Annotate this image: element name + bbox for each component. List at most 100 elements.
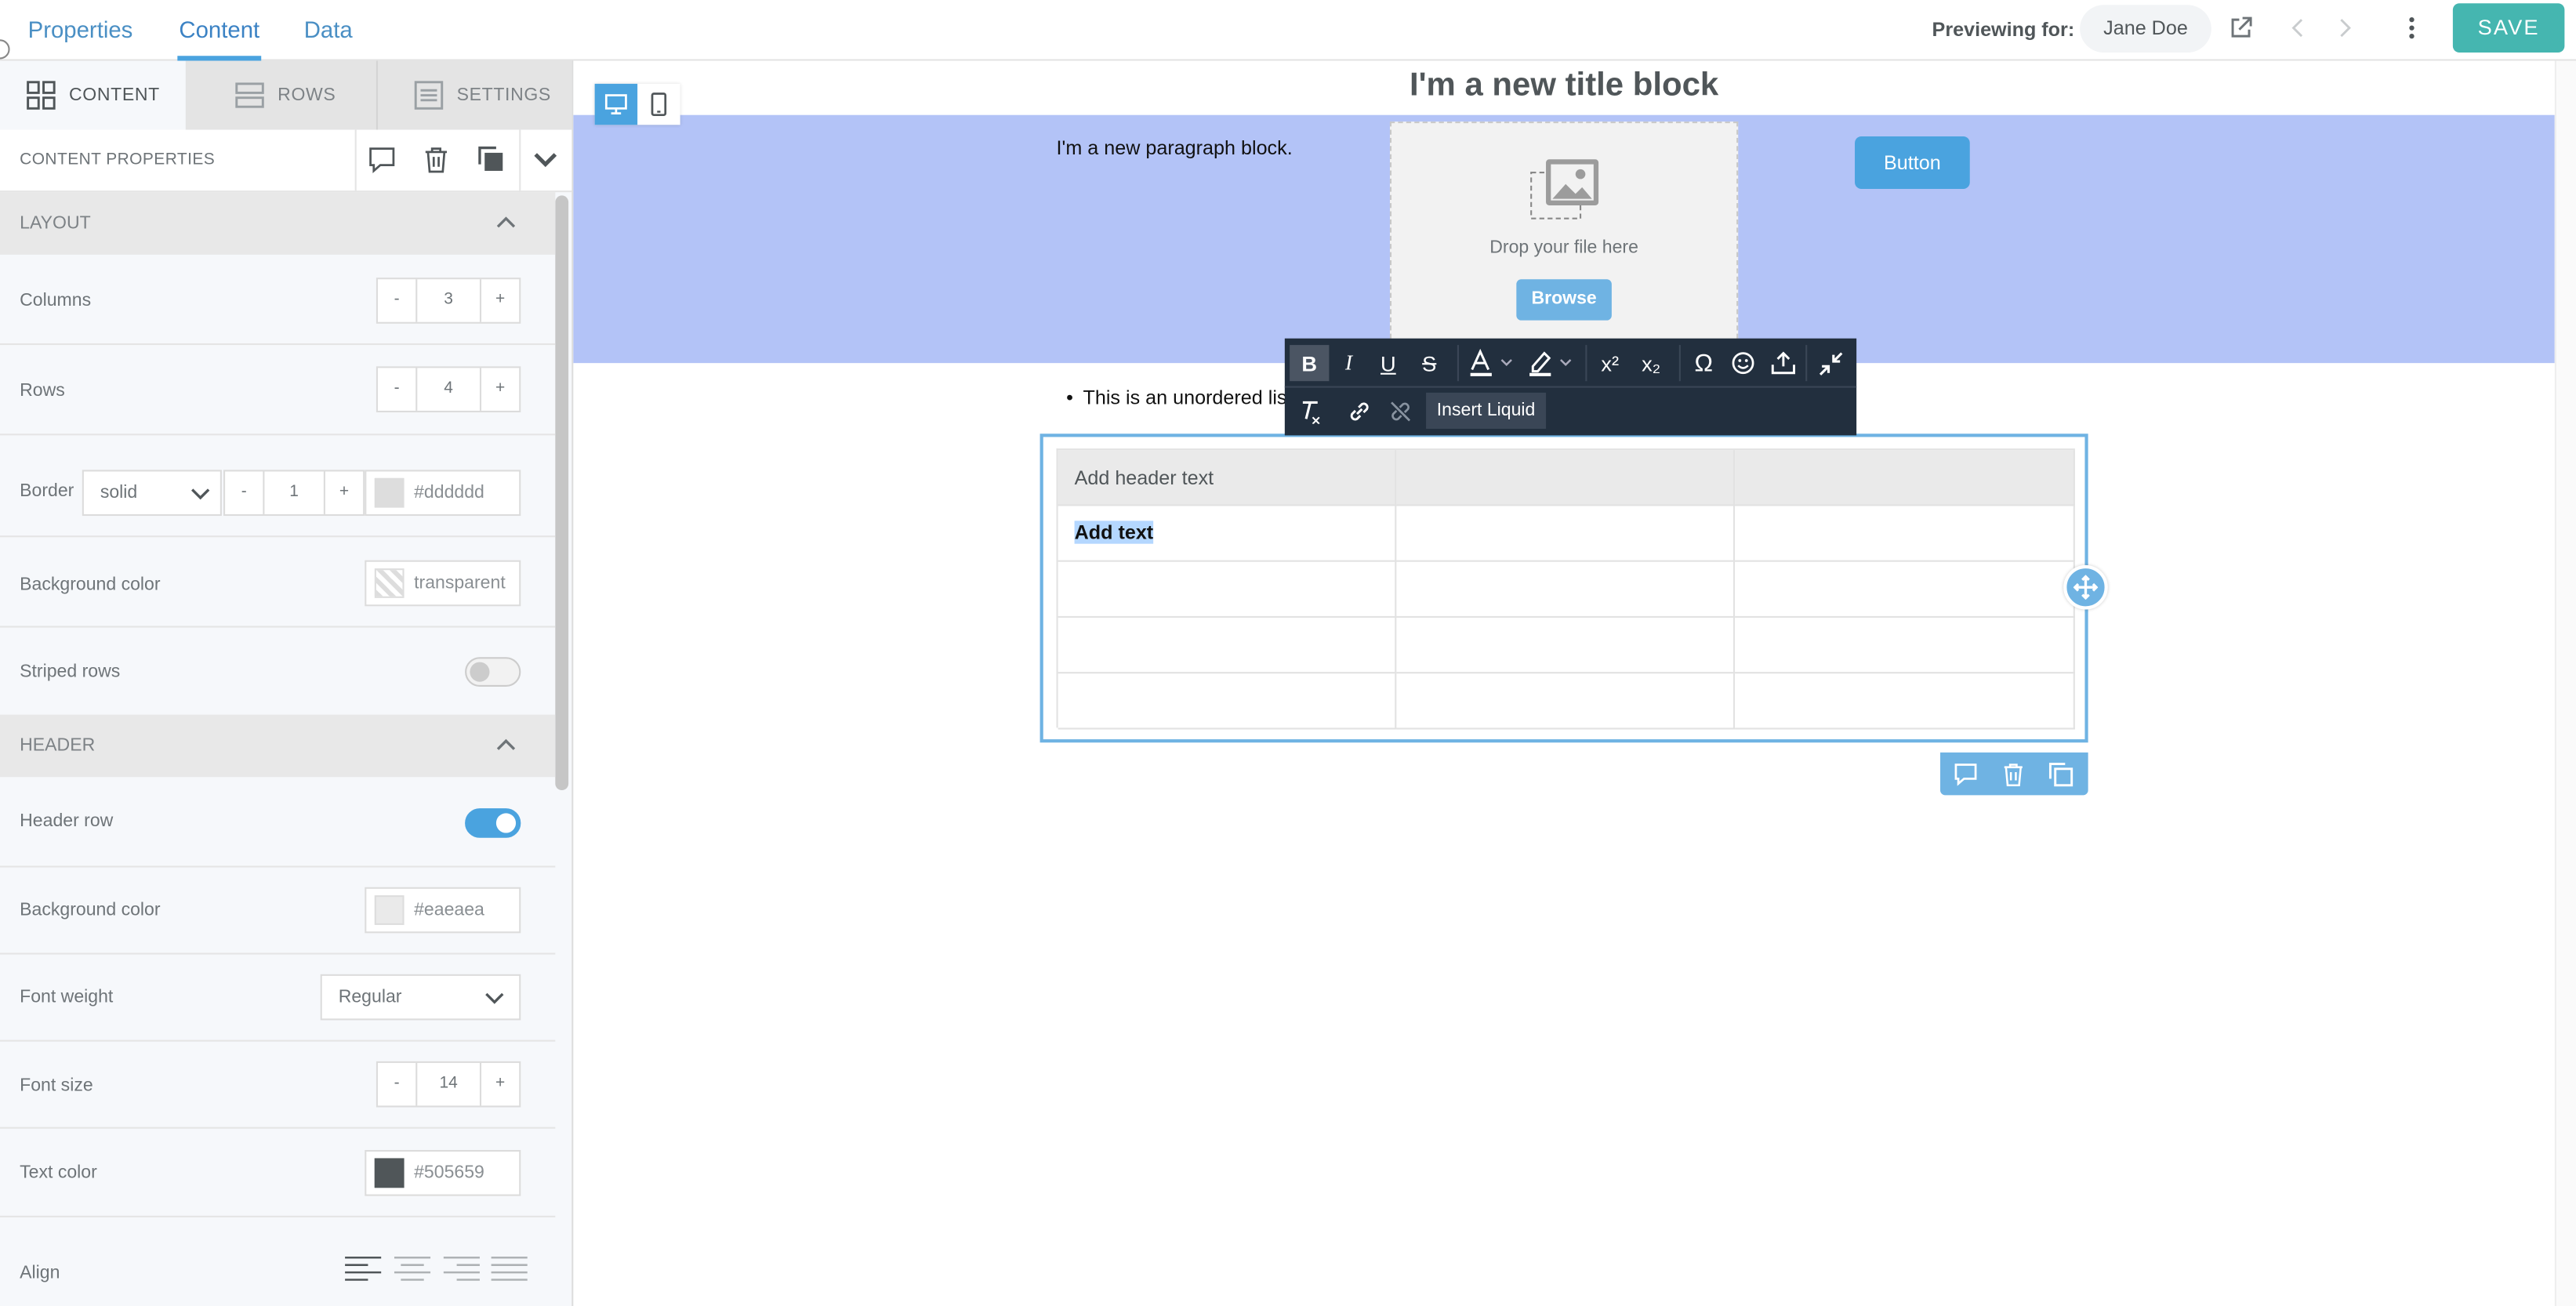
- more-vertical-icon[interactable]: [2405, 15, 2418, 42]
- subscript-button[interactable]: x₂: [1631, 345, 1671, 381]
- drag-handle[interactable]: [2063, 564, 2108, 610]
- color-swatch[interactable]: [374, 477, 405, 508]
- increment-button[interactable]: +: [323, 471, 363, 514]
- save-button[interactable]: SAVE: [2452, 3, 2565, 53]
- sidebar-tab-content[interactable]: CONTENT: [0, 60, 186, 130]
- rows-row: Rows - 4 +: [0, 345, 556, 436]
- header-background-field[interactable]: #eaeaea: [365, 887, 521, 934]
- text-color-field[interactable]: #505659: [365, 1149, 521, 1196]
- transparent-swatch[interactable]: [374, 568, 405, 598]
- strikethrough-button[interactable]: S: [1410, 345, 1449, 381]
- decrement-button[interactable]: -: [378, 1062, 418, 1106]
- align-center-icon[interactable]: [393, 1255, 432, 1282]
- background-color-field[interactable]: transparent: [365, 560, 521, 607]
- table-cell[interactable]: [1735, 506, 2075, 562]
- color-swatch[interactable]: [374, 895, 405, 925]
- highlight-color-button[interactable]: [1522, 345, 1577, 381]
- layout-section-header[interactable]: LAYOUT: [0, 192, 556, 255]
- increment-button[interactable]: +: [479, 1062, 519, 1106]
- tab-content[interactable]: Content: [177, 16, 262, 61]
- columns-value[interactable]: 3: [417, 279, 480, 321]
- table-cell[interactable]: [1735, 617, 2075, 674]
- image-dropzone[interactable]: Drop your file here Browse: [1389, 122, 1739, 364]
- collapse-handle-icon[interactable]: [0, 39, 10, 60]
- comment-icon[interactable]: [368, 147, 396, 175]
- font-size-stepper[interactable]: - 14 +: [376, 1061, 521, 1108]
- table-header-cell[interactable]: [1735, 450, 2075, 506]
- trash-icon[interactable]: [424, 147, 448, 175]
- chevron-down-icon[interactable]: [532, 150, 559, 169]
- border-color-field[interactable]: #dddddd: [365, 470, 521, 517]
- link-button[interactable]: [1339, 393, 1378, 429]
- next-arrow-icon[interactable]: [2336, 16, 2353, 39]
- header-row-toggle[interactable]: [465, 808, 521, 838]
- font-size-value[interactable]: 14: [417, 1063, 480, 1105]
- rows-stepper[interactable]: - 4 +: [376, 366, 521, 413]
- selected-cell-text[interactable]: Add text: [1075, 521, 1154, 544]
- external-link-icon[interactable]: [2230, 16, 2252, 39]
- align-left-icon[interactable]: [343, 1255, 383, 1282]
- decrement-button[interactable]: -: [378, 368, 418, 411]
- comment-icon[interactable]: [1954, 762, 1978, 786]
- border-style-select[interactable]: solid: [82, 470, 222, 517]
- table-cell[interactable]: [1396, 506, 1736, 562]
- table-cell[interactable]: [1396, 561, 1736, 618]
- border-width-value[interactable]: 1: [264, 471, 323, 513]
- sidebar-scrollbar[interactable]: [555, 195, 569, 791]
- table-cell[interactable]: [1058, 561, 1397, 618]
- sidebar-tab-settings[interactable]: SETTINGS: [376, 60, 571, 130]
- duplicate-icon[interactable]: [2048, 762, 2073, 787]
- cta-button[interactable]: Button: [1855, 136, 1970, 190]
- rows-value[interactable]: 4: [417, 368, 480, 410]
- table-cell[interactable]: [1396, 673, 1736, 730]
- trash-icon[interactable]: [2003, 762, 2024, 787]
- table-cell[interactable]: [1058, 673, 1397, 730]
- paragraph-block[interactable]: I'm a new paragraph block.: [1057, 136, 1293, 159]
- font-weight-label: Font weight: [20, 987, 114, 1007]
- preview-user-select[interactable]: Jane Doe: [2080, 5, 2211, 53]
- table-header-cell[interactable]: [1396, 450, 1736, 506]
- list-item[interactable]: • This is an unordered lis: [1066, 386, 1286, 408]
- bold-button[interactable]: B: [1290, 345, 1330, 382]
- duplicate-icon[interactable]: [478, 146, 505, 173]
- table-cell[interactable]: [1058, 617, 1397, 674]
- tab-data[interactable]: Data: [304, 16, 353, 43]
- desktop-view-button[interactable]: [594, 83, 638, 125]
- emoji-button[interactable]: [1723, 345, 1762, 381]
- upload-button[interactable]: [1763, 345, 1802, 381]
- unlink-button[interactable]: [1380, 393, 1419, 429]
- sidebar-tab-rows[interactable]: ROWS: [186, 61, 376, 130]
- table-header-cell[interactable]: Add header text: [1058, 450, 1397, 506]
- align-justify-icon[interactable]: [490, 1255, 529, 1282]
- underline-button[interactable]: U: [1369, 345, 1408, 381]
- border-width-stepper[interactable]: - 1 +: [223, 470, 365, 517]
- font-weight-select[interactable]: Regular: [320, 974, 521, 1021]
- columns-stepper[interactable]: - 3 +: [376, 278, 521, 324]
- table-cell[interactable]: Add text: [1058, 506, 1397, 562]
- content-row-highlight[interactable]: I'm a new paragraph block. Drop your fil…: [573, 114, 2555, 364]
- prev-arrow-icon[interactable]: [2290, 16, 2306, 39]
- superscript-button[interactable]: x²: [1591, 345, 1630, 381]
- decrement-button[interactable]: -: [378, 279, 418, 322]
- text-color-button[interactable]: [1462, 345, 1518, 381]
- table-cell[interactable]: [1735, 673, 2075, 730]
- browse-button[interactable]: Browse: [1516, 279, 1612, 321]
- header-section-header[interactable]: HEADER: [0, 714, 556, 778]
- increment-button[interactable]: +: [479, 279, 519, 322]
- color-swatch[interactable]: [374, 1158, 405, 1188]
- striped-rows-toggle[interactable]: [465, 657, 521, 687]
- title-block[interactable]: I'm a new title block: [573, 67, 2554, 105]
- italic-button[interactable]: I: [1329, 345, 1368, 381]
- clear-formatting-button[interactable]: [1290, 393, 1329, 429]
- mobile-view-button[interactable]: [637, 84, 680, 125]
- table-cell[interactable]: [1396, 617, 1736, 674]
- increment-button[interactable]: +: [479, 368, 519, 411]
- tab-properties[interactable]: Properties: [28, 16, 133, 43]
- decrement-button[interactable]: -: [225, 471, 265, 514]
- table-cell[interactable]: [1735, 561, 2075, 618]
- insert-liquid-button[interactable]: Insert Liquid: [1426, 392, 1547, 429]
- collapse-toolbar-button[interactable]: [1810, 345, 1849, 381]
- align-right-icon[interactable]: [442, 1255, 481, 1282]
- table-block[interactable]: Add header text Add text: [1039, 434, 2088, 743]
- special-character-button[interactable]: Ω: [1684, 345, 1723, 381]
